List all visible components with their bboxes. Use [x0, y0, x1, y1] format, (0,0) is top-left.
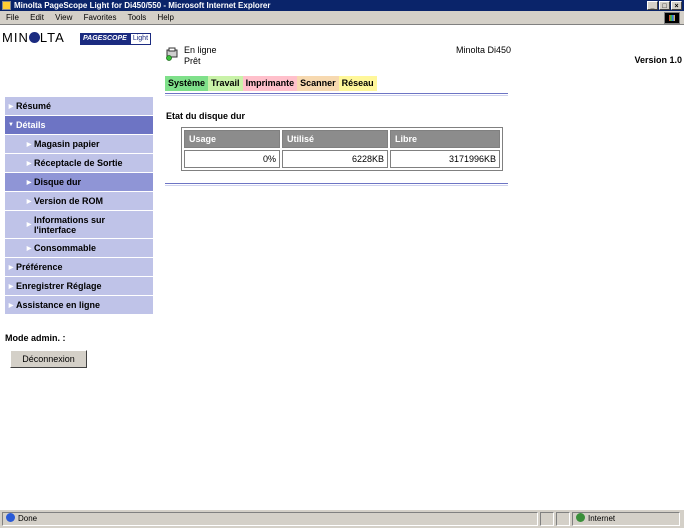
status-ready-text: Prêt	[184, 56, 201, 66]
table-header-row: Usage Utilisé Libre	[184, 130, 500, 148]
close-button[interactable]: ×	[671, 1, 682, 10]
content-divider-shadow	[165, 185, 508, 186]
chevron-right-icon: ▶	[26, 245, 32, 252]
windows-logo-icon	[664, 12, 680, 24]
chevron-right-icon: ▶	[8, 103, 14, 110]
nav-item-version-rom[interactable]: ▶ Version de ROM	[5, 192, 153, 211]
chevron-right-icon: ▶	[26, 141, 32, 148]
tab-imprimante[interactable]: Imprimante	[242, 76, 298, 91]
content-divider	[165, 183, 508, 184]
menu-tools[interactable]: Tools	[128, 13, 147, 22]
menu-bar: File Edit View Favorites Tools Help	[0, 11, 684, 25]
status-online-text: En ligne	[184, 45, 217, 55]
column-header-libre: Libre	[390, 130, 500, 148]
window-controls: _ □ ×	[647, 1, 682, 10]
status-zone: Internet	[572, 512, 680, 526]
nav-item-consommable[interactable]: ▶ Consommable	[5, 239, 153, 258]
cell-libre: 3171996KB	[390, 150, 500, 168]
tab-divider	[165, 93, 508, 94]
window-title: Minolta PageScope Light for Di450/550 - …	[14, 1, 271, 10]
chevron-right-icon: ▶	[8, 264, 14, 271]
status-cell-empty-2	[556, 512, 570, 526]
chevron-right-icon: ▶	[26, 198, 32, 205]
version-label: Version 1.0	[634, 55, 682, 65]
nav-item-details[interactable]: ▼ Détails	[5, 116, 153, 135]
tab-reseau[interactable]: Réseau	[338, 76, 377, 91]
main-tabs: Système Travail Imprimante Scanner Résea…	[165, 76, 377, 91]
chevron-right-icon: ▶	[26, 221, 32, 228]
internet-zone-icon	[576, 513, 585, 522]
chevron-right-icon: ▶	[8, 283, 14, 290]
menu-edit[interactable]: Edit	[30, 13, 44, 22]
nav-item-informations-interface[interactable]: ▶ Informations sur l'interface	[5, 211, 153, 239]
nav-item-assistance-en-ligne[interactable]: ▶ Assistance en ligne	[5, 296, 153, 315]
logout-button[interactable]: Déconnexion	[10, 350, 87, 368]
status-done: Done	[2, 512, 538, 526]
printer-status-icon	[166, 47, 178, 61]
nav-item-disque-dur[interactable]: ▶ Disque dur	[5, 173, 153, 192]
nav-item-enregistrer-reglage[interactable]: ▶ Enregistrer Réglage	[5, 277, 153, 296]
cell-utilise: 6228KB	[282, 150, 388, 168]
menu-file[interactable]: File	[6, 13, 19, 22]
disk-status-table: Usage Utilisé Libre 0% 6228KB 3171996KB	[181, 127, 503, 171]
chevron-right-icon: ▶	[8, 302, 14, 309]
browser-status-bar: Done Internet	[0, 509, 684, 528]
disk-status-title: Etat du disque dur	[166, 111, 246, 121]
printer-model: Minolta Di450	[456, 45, 512, 55]
minolta-logo: MIN LTA	[2, 30, 65, 45]
chevron-down-icon: ▼	[8, 122, 14, 128]
table-row: 0% 6228KB 3171996KB	[184, 150, 500, 168]
menu-favorites[interactable]: Favorites	[84, 13, 117, 22]
window-titlebar: Minolta PageScope Light for Di450/550 - …	[0, 0, 684, 11]
column-header-usage: Usage	[184, 130, 280, 148]
chevron-right-icon: ▶	[26, 160, 32, 167]
admin-mode-label: Mode admin. :	[5, 333, 66, 343]
maximize-button[interactable]: □	[659, 1, 670, 10]
tab-systeme[interactable]: Système	[165, 76, 209, 91]
ie-page-icon	[6, 513, 15, 522]
tab-scanner[interactable]: Scanner	[297, 76, 339, 91]
tab-travail[interactable]: Travail	[208, 76, 243, 91]
tab-divider-shadow	[165, 95, 508, 96]
column-header-utilise: Utilisé	[282, 130, 388, 148]
ie-app-icon	[2, 1, 11, 10]
nav-item-receptacle-sortie[interactable]: ▶ Réceptacle de Sortie	[5, 154, 153, 173]
minimize-button[interactable]: _	[647, 1, 658, 10]
menu-view[interactable]: View	[55, 13, 72, 22]
sidebar-nav: ▶ Résumé ▼ Détails ▶ Magasin papier ▶ Ré…	[5, 97, 153, 315]
menu-help[interactable]: Help	[158, 13, 174, 22]
minolta-logo-globe-icon	[28, 32, 40, 43]
pagescope-light-logo: PAGESCOPE Light	[80, 33, 152, 45]
nav-item-magasin-papier[interactable]: ▶ Magasin papier	[5, 135, 153, 154]
nav-item-preference[interactable]: ▶ Préférence	[5, 258, 153, 277]
nav-item-resume[interactable]: ▶ Résumé	[5, 97, 153, 116]
status-cell-empty-1	[540, 512, 554, 526]
chevron-right-icon: ▶	[26, 179, 32, 186]
cell-usage: 0%	[184, 150, 280, 168]
